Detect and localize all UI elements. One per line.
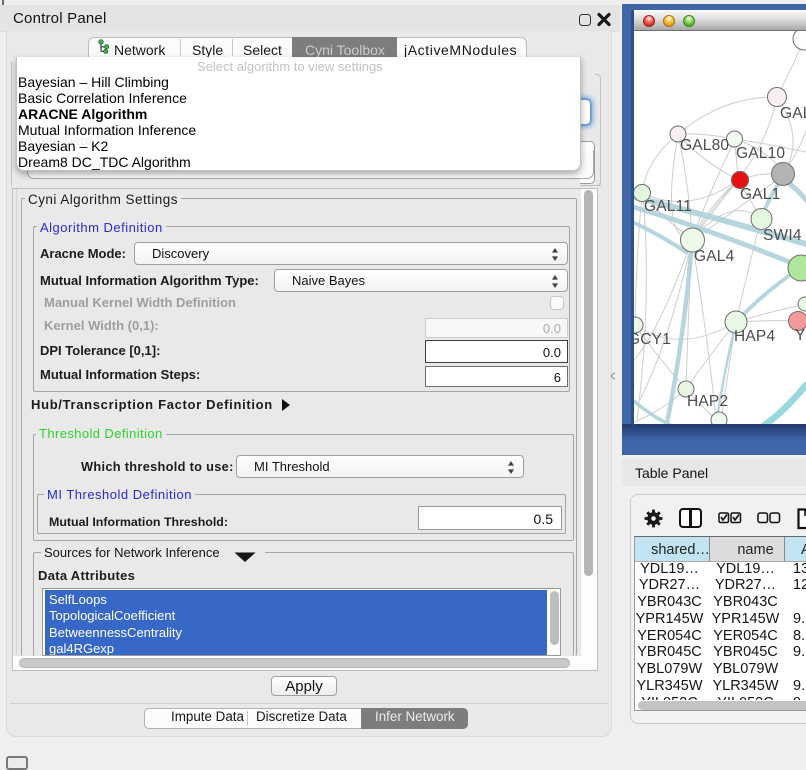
svg-text:GCY1: GCY1 <box>634 331 671 348</box>
svg-text:HAP2: HAP2 <box>687 393 728 410</box>
svg-text:GAL7: GAL7 <box>780 105 806 122</box>
svg-text:YM: YM <box>795 327 806 344</box>
svg-text:GAL11: GAL11 <box>644 198 692 215</box>
svg-text:GAL4: GAL4 <box>694 248 735 265</box>
svg-text:GAL80: GAL80 <box>680 137 729 154</box>
svg-text:GAL1: GAL1 <box>740 186 780 203</box>
svg-text:HAP4: HAP4 <box>734 328 775 345</box>
svg-text:SWI4: SWI4 <box>763 227 802 244</box>
svg-text:GAL10: GAL10 <box>736 145 785 162</box>
